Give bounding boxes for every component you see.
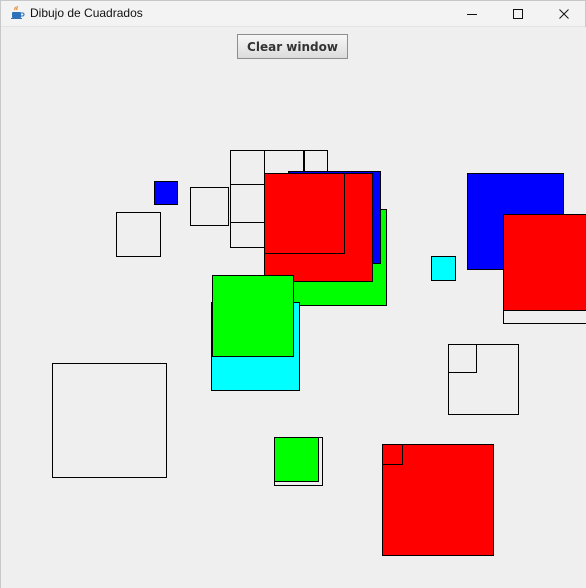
square-outline — [230, 222, 265, 248]
close-button[interactable] — [541, 1, 586, 27]
square-green-small — [274, 437, 319, 482]
java-icon — [9, 5, 25, 21]
maximize-icon — [512, 5, 524, 24]
square-red-right — [503, 214, 586, 311]
square-outline-large — [52, 363, 167, 478]
minimize-button[interactable] — [449, 1, 495, 27]
square-canvas[interactable] — [1, 27, 586, 588]
close-icon — [558, 5, 570, 24]
square-outline — [211, 302, 213, 357]
square-outline — [264, 173, 345, 254]
square-outline — [230, 150, 265, 185]
maximize-button[interactable] — [495, 1, 541, 27]
square-outline — [448, 344, 477, 373]
title-bar[interactable]: Dibujo de Cuadrados — [1, 1, 585, 27]
minimize-icon — [466, 5, 478, 24]
drawing-panel[interactable]: Clear window — [1, 27, 586, 588]
square-blue-small — [154, 181, 178, 205]
square-outline — [116, 212, 161, 257]
window-title: Dibujo de Cuadrados — [30, 6, 143, 20]
square-outline — [382, 444, 403, 465]
square-green — [212, 275, 294, 357]
square-cyan-small — [431, 256, 456, 281]
square-outline — [190, 187, 229, 226]
app-window: Dibujo de Cuadrados Clear window — [0, 0, 586, 588]
